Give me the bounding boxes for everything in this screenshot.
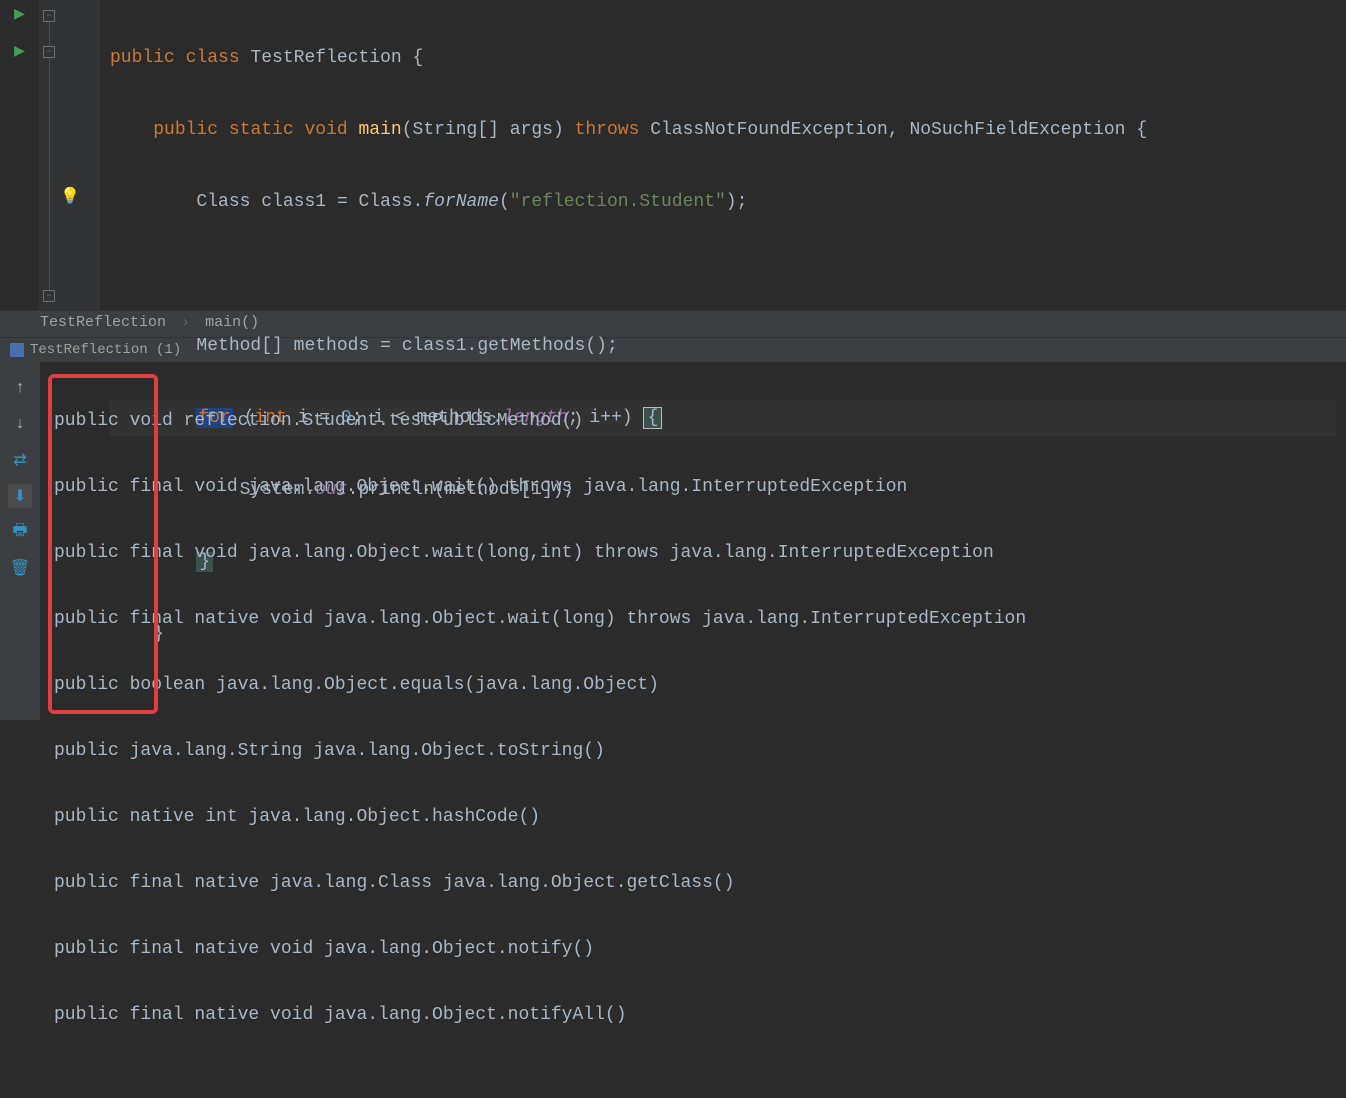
keyword: void — [304, 120, 347, 140]
fold-toggle-icon[interactable]: − — [43, 10, 55, 22]
static-method: forName — [423, 192, 499, 212]
console-line: public boolean java.lang.Object.equals(j… — [54, 669, 1332, 702]
console-line: public void reflection.Student.testPubli… — [54, 405, 1332, 438]
type: Class. — [359, 192, 424, 212]
clear-all-icon[interactable]: 🗑 — [8, 556, 32, 580]
type: Method[] — [196, 336, 282, 356]
console-line: public final void java.lang.Object.wait(… — [54, 537, 1332, 570]
keyword: public — [153, 120, 218, 140]
console-line: public final void java.lang.Object.wait(… — [54, 471, 1332, 504]
scroll-to-end-icon[interactable]: ⬇ — [8, 484, 32, 508]
classname: TestReflection — [250, 48, 401, 68]
console-toolbar: ↑ ↓ ⇄ ⬇ 🖶 🗑 — [0, 362, 40, 720]
keyword: throws — [575, 120, 640, 140]
string-literal: "reflection.Student" — [510, 192, 726, 212]
method-call: class1.getMethods(); — [402, 336, 618, 356]
down-stacktrace-icon[interactable]: ↓ — [8, 412, 32, 436]
soft-wrap-icon[interactable]: ⇄ — [8, 448, 32, 472]
keyword: class — [186, 48, 240, 68]
console-line: public final native void java.lang.Objec… — [54, 603, 1332, 636]
keyword: static — [229, 120, 294, 140]
console-line: public java.lang.String java.lang.Object… — [54, 735, 1332, 768]
brace: { — [413, 48, 424, 68]
type: Class — [196, 192, 250, 212]
code-editor[interactable]: ▶ ▶ − − − 💡 public class TestReflection … — [0, 0, 1346, 310]
run-line-icon[interactable]: ▶ — [0, 43, 39, 60]
code-content[interactable]: public class TestReflection { public sta… — [100, 0, 1346, 310]
brace: { — [1136, 120, 1147, 140]
variable: methods — [294, 336, 370, 356]
print-icon[interactable]: 🖶 — [8, 520, 32, 544]
fold-gutter: − − − 💡 — [40, 0, 100, 310]
exception: ClassNotFoundException — [650, 120, 888, 140]
console-line: public final native void java.lang.Objec… — [54, 999, 1332, 1032]
method-name: main — [359, 120, 402, 140]
up-stacktrace-icon[interactable]: ↑ — [8, 376, 32, 400]
fold-toggle-icon[interactable]: − — [43, 290, 55, 302]
console-output[interactable]: public void reflection.Student.testPubli… — [40, 362, 1346, 720]
fold-toggle-icon[interactable]: − — [43, 46, 55, 58]
run-line-icon[interactable]: ▶ — [0, 6, 39, 23]
keyword: public — [110, 48, 175, 68]
exception: NoSuchFieldException — [909, 120, 1125, 140]
run-config-icon — [10, 343, 24, 357]
console-line: public native int java.lang.Object.hashC… — [54, 801, 1332, 834]
console-panel: ↑ ↓ ⇄ ⬇ 🖶 🗑 public void reflection.Stude… — [0, 362, 1346, 720]
variable: class1 — [261, 192, 326, 212]
run-gutter: ▶ ▶ — [0, 0, 40, 310]
intention-bulb-icon[interactable]: 💡 — [60, 186, 80, 206]
params: (String[] args) — [402, 120, 564, 140]
console-line: public final native void java.lang.Objec… — [54, 933, 1332, 966]
console-line: public final native java.lang.Class java… — [54, 867, 1332, 900]
